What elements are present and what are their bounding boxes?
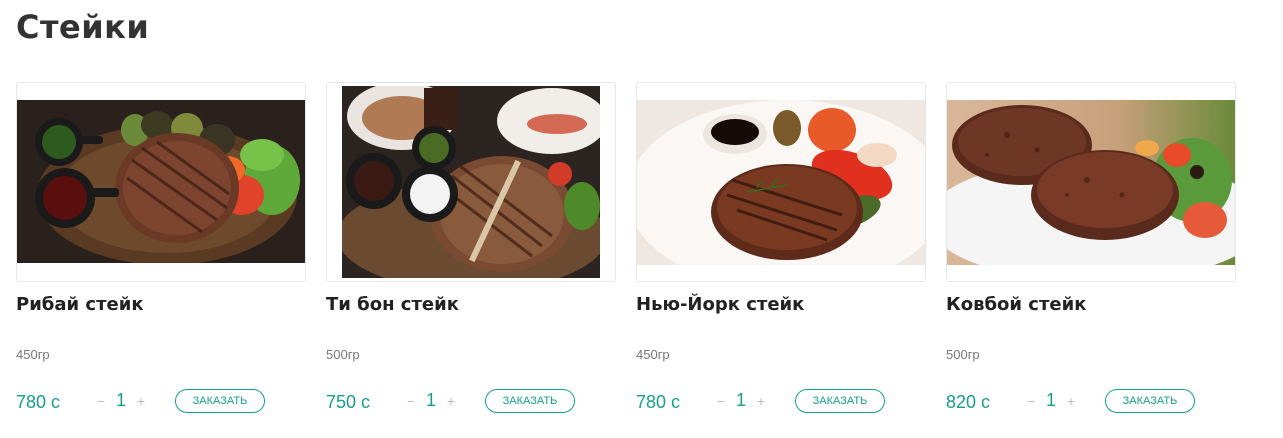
section-title: Стейки — [16, 8, 150, 46]
product-image-frame[interactable] — [636, 82, 926, 282]
decrease-quantity-button[interactable]: − — [92, 393, 110, 409]
product-name[interactable]: Ти бон стейк — [326, 294, 459, 315]
product-image-frame[interactable] — [326, 82, 616, 282]
product-image-frame[interactable] — [946, 82, 1236, 282]
product-price: 780 с — [636, 392, 681, 412]
increase-quantity-button[interactable]: + — [752, 393, 770, 409]
quantity-input[interactable] — [730, 390, 752, 411]
quantity-stepper: − + — [1022, 390, 1080, 411]
product-price: 780 с — [16, 392, 61, 412]
increase-quantity-button[interactable]: + — [1062, 393, 1080, 409]
product-card-ribeye: Рибай стейк 450гр 780 с − + ЗАКАЗАТЬ — [16, 82, 306, 413]
product-name[interactable]: Рибай стейк — [16, 294, 144, 315]
t-bone-steak-photo[interactable] — [342, 86, 600, 278]
product-price: 820 с — [946, 392, 991, 412]
increase-quantity-button[interactable]: + — [132, 393, 150, 409]
quantity-stepper: − + — [712, 390, 770, 411]
product-weight: 500гр — [326, 347, 360, 362]
decrease-quantity-button[interactable]: − — [1022, 393, 1040, 409]
ribeye-steak-photo[interactable] — [17, 100, 305, 263]
quantity-input[interactable] — [110, 390, 132, 411]
quantity-input[interactable] — [1040, 390, 1062, 411]
product-card-new-york: Нью-Йорк стейк 450гр 780 с − + ЗАКАЗАТЬ — [636, 82, 926, 413]
new-york-steak-photo[interactable] — [637, 100, 925, 265]
order-button[interactable]: ЗАКАЗАТЬ — [175, 389, 265, 413]
order-button[interactable]: ЗАКАЗАТЬ — [485, 389, 575, 413]
product-weight: 450гр — [16, 347, 50, 362]
product-weight: 500гр — [946, 347, 980, 362]
quantity-input[interactable] — [420, 390, 442, 411]
product-name[interactable]: Нью-Йорк стейк — [636, 294, 804, 315]
order-button[interactable]: ЗАКАЗАТЬ — [1105, 389, 1195, 413]
quantity-stepper: − + — [92, 390, 150, 411]
product-weight: 450гр — [636, 347, 670, 362]
order-button[interactable]: ЗАКАЗАТЬ — [795, 389, 885, 413]
product-price: 750 с — [326, 392, 371, 412]
increase-quantity-button[interactable]: + — [442, 393, 460, 409]
product-name[interactable]: Ковбой стейк — [946, 294, 1086, 315]
product-card-t-bone: Ти бон стейк 500гр 750 с − + ЗАКАЗАТЬ — [326, 82, 616, 413]
product-image-frame[interactable] — [16, 82, 306, 282]
decrease-quantity-button[interactable]: − — [402, 393, 420, 409]
product-grid: Рибай стейк 450гр 780 с − + ЗАКАЗАТЬ — [16, 82, 1236, 413]
product-card-cowboy: Ковбой стейк 500гр 820 с − + ЗАКАЗАТЬ — [946, 82, 1236, 413]
quantity-stepper: − + — [402, 390, 460, 411]
cowboy-steak-photo[interactable] — [947, 100, 1235, 265]
decrease-quantity-button[interactable]: − — [712, 393, 730, 409]
